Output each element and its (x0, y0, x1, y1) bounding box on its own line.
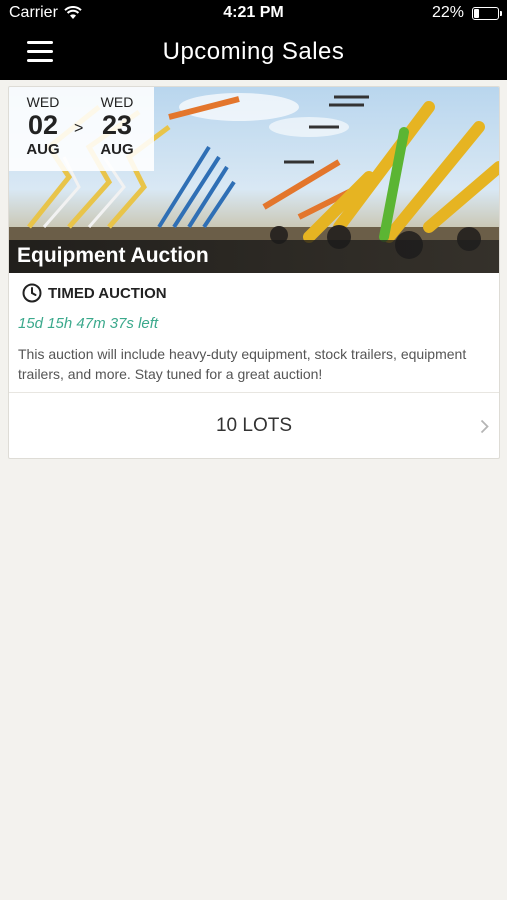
date-separator: > (74, 120, 84, 137)
start-day: 02 (27, 110, 59, 140)
sale-card[interactable]: WED 02 AUG > WED 23 AUG Equipment Auctio… (8, 86, 500, 459)
sale-title: Equipment Auction (17, 244, 209, 267)
countdown-timer: 15d 15h 47m 37s left (18, 315, 159, 332)
status-time: 4:21 PM (223, 4, 284, 21)
end-date: WED 23 AUG (91, 94, 143, 158)
lots-label: 10 LOTS (215, 415, 293, 436)
battery-fill (474, 9, 479, 18)
sale-image[interactable]: WED 02 AUG > WED 23 AUG Equipment Auctio… (9, 87, 499, 273)
nav-bar: Upcoming Sales (0, 27, 507, 80)
auction-type-label: TIMED AUCTION (48, 284, 167, 302)
status-bar: Carrier 4:21 PM 22% (0, 0, 507, 27)
status-battery-group: 22% (431, 4, 502, 22)
end-day: 23 (101, 110, 133, 140)
start-dow: WED (26, 94, 60, 110)
image-caption: Equipment Auction (9, 240, 499, 273)
auction-type: TIMED AUCTION (22, 283, 167, 303)
sale-description: This auction will include heavy-duty equ… (18, 346, 467, 382)
end-dow: WED (100, 94, 134, 110)
battery-percent: 22% (431, 4, 464, 21)
chevron-right-icon (480, 419, 489, 434)
start-month: AUG (26, 141, 60, 158)
clock-icon (22, 283, 42, 303)
page-title: Upcoming Sales (162, 38, 345, 65)
sale-date-range: WED 02 AUG > WED 23 AUG (9, 87, 154, 171)
end-month: AUG (100, 141, 134, 158)
battery-icon (472, 7, 502, 20)
lots-button[interactable]: 10 LOTS (9, 393, 499, 458)
start-date: WED 02 AUG (17, 94, 69, 158)
